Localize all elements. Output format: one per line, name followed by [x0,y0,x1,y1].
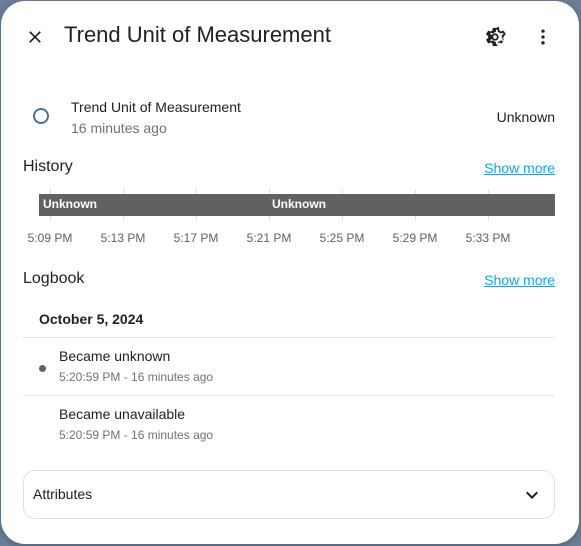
entity-state-row: Trend Unit of Measurement 16 minutes ago… [1,95,579,139]
entity-last-changed: 16 minutes ago [71,120,167,136]
logbook-title: Logbook [23,270,85,287]
chevron-down-icon [526,491,538,499]
entity-state-value: Unknown [496,109,555,125]
history-title: History [23,158,73,175]
history-timeline-bar[interactable]: Unknown Unknown [39,194,555,216]
dialog-title: Trend Unit of Measurement [64,22,331,47]
logbook-entry-dot [39,365,46,372]
tick-label: 5:09 PM [27,231,73,245]
logbook-date-header: October 5, 2024 [39,311,144,327]
more-vertical-icon [541,29,545,45]
tick-label: 5:13 PM [100,231,146,245]
tick-label: 5:17 PM [173,231,219,245]
tick-label: 5:25 PM [319,231,365,245]
entity-state-icon [33,108,49,124]
history-show-more-link[interactable]: Show more [484,160,555,176]
attributes-expander[interactable]: Attributes [23,470,555,519]
more-info-dialog: Trend Unit of Measurement Trend Unit of … [1,1,579,544]
entity-name: Trend Unit of Measurement [71,99,241,115]
divider [23,395,555,396]
tick-label: 5:33 PM [465,231,511,245]
attributes-label: Attributes [33,486,93,502]
gear-icon [486,26,506,47]
logbook-entry-time[interactable]: 5:20:59 PM - 16 minutes ago [59,370,213,384]
logbook-entry-time[interactable]: 5:20:59 PM - 16 minutes ago [59,428,213,442]
overflow-menu-button[interactable] [527,21,559,53]
close-icon [29,31,41,43]
close-button[interactable] [19,21,51,53]
logbook-entry-message: Became unavailable [59,406,186,422]
divider [23,337,555,338]
tick-label: 5:29 PM [392,231,438,245]
logbook-entry-message: Became unknown [59,348,171,364]
timeline-segment-label: Unknown [43,197,97,211]
settings-button[interactable] [479,21,511,53]
logbook-show-more-link[interactable]: Show more [484,272,555,288]
timeline-segment-label: Unknown [272,197,326,211]
tick-label: 5:21 PM [246,231,292,245]
